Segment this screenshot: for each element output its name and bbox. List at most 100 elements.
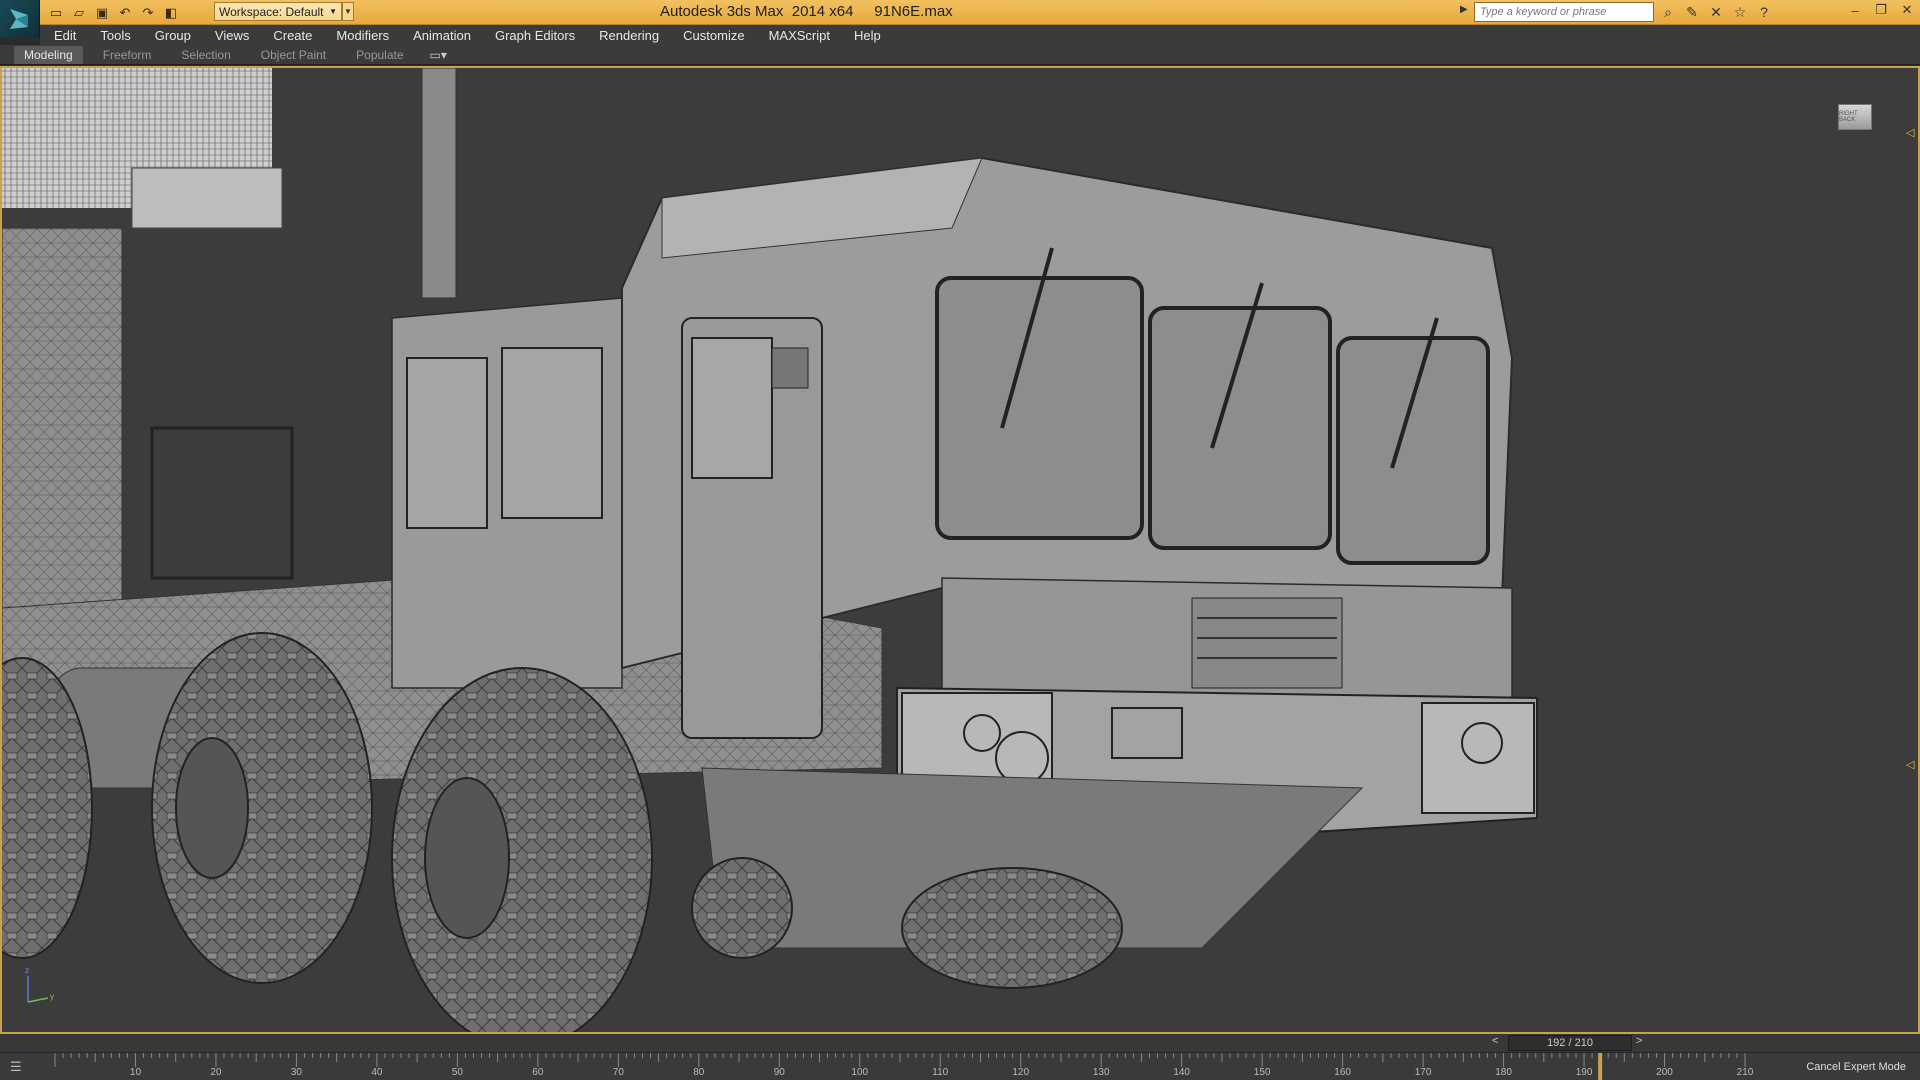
wheel-hub-middle [175, 737, 249, 879]
menu-modifiers[interactable]: Modifiers [336, 28, 389, 43]
quick-access-more-icon[interactable]: ▼ [342, 2, 354, 21]
time-slider-thumb[interactable]: 192 / 210 [1508, 1035, 1632, 1051]
close-icon[interactable]: ✕ [1894, 0, 1920, 20]
ruler-tick-label: 180 [1495, 1067, 1512, 1078]
minimize-icon[interactable]: – [1842, 0, 1868, 20]
rear-cab-window-right [501, 347, 603, 519]
viewcube-face[interactable]: RIGHT BACK [1838, 104, 1872, 130]
menu-views[interactable]: Views [215, 28, 249, 43]
menu-edit[interactable]: Edit [54, 28, 76, 43]
wheel-inner [691, 857, 793, 959]
app-menu-button[interactable] [0, 0, 40, 38]
ruler-tick-label: 200 [1656, 1067, 1673, 1078]
frame-ruler[interactable]: 10 20 30 40 50 60 70 80 90 100 110 120 130 140 150 160 1… [50, 1053, 1753, 1080]
time-slider[interactable]: < 192 / 210 > [0, 1034, 1920, 1052]
undo-icon[interactable]: ↶ [115, 3, 135, 23]
chevron-down-icon: ▼ [329, 7, 337, 16]
door-window [691, 337, 773, 479]
ruler-tick-label: 190 [1575, 1067, 1593, 1078]
project-folder-icon[interactable]: ◧ [161, 3, 181, 23]
current-frame-marker[interactable] [1598, 1053, 1603, 1080]
ruler-tick-label: 10 [129, 1067, 142, 1078]
windshield-right [1336, 336, 1490, 565]
window-controls: – ❐ ✕ [1842, 0, 1920, 20]
subscription-icon[interactable]: ✎ [1682, 2, 1702, 22]
ruler-tick-label: 90 [773, 1067, 785, 1078]
tab-object-paint[interactable]: Object Paint [251, 46, 336, 64]
wheel-front-right [901, 867, 1123, 989]
3dsmax-logo-icon [10, 9, 28, 29]
workspace-dropdown[interactable]: Workspace: Default ▼ [214, 2, 342, 21]
menu-help[interactable]: Help [854, 28, 881, 43]
viewcube[interactable]: RIGHT BACK [1832, 100, 1876, 134]
ruler-tick-label: 30 [290, 1067, 302, 1078]
ruler-tick-label: 100 [851, 1067, 869, 1078]
app-window: ▭ ▱ ▣ ↶ ↷ ◧ Workspace: Default ▼ ▼ Autod… [0, 0, 1920, 1080]
favorites-star-icon[interactable]: ☆ [1730, 2, 1750, 22]
search-input[interactable]: Type a keyword or phrase [1474, 2, 1654, 22]
title-bar: ▭ ▱ ▣ ↶ ↷ ◧ Workspace: Default ▼ ▼ Autod… [0, 0, 1920, 38]
menu-rendering[interactable]: Rendering [599, 28, 659, 43]
ruler-tick-label: 20 [210, 1067, 222, 1078]
menu-maxscript[interactable]: MAXScript [769, 28, 830, 43]
wireframe-vehicle-render [2, 68, 1538, 1032]
axis-label-z: z [25, 966, 29, 975]
tab-modeling[interactable]: Modeling [14, 45, 83, 64]
ruler-tick-label: 160 [1334, 1067, 1351, 1078]
equipment-rack [150, 426, 294, 580]
open-file-icon[interactable]: ▱ [69, 3, 89, 23]
ruler-tick-label: 80 [693, 1067, 705, 1078]
ruler-tick-label: 150 [1253, 1067, 1271, 1078]
ruler-tick-label: 50 [451, 1067, 463, 1078]
ruler-tick-label: 170 [1414, 1067, 1432, 1078]
ruler-tick-label: 40 [371, 1067, 383, 1078]
tab-populate[interactable]: Populate [346, 46, 413, 64]
menu-bar: Edit Tools Group Views Create Modifiers … [40, 25, 1920, 45]
axis-tripod: z y [22, 966, 62, 1008]
axis-label-y: y [50, 992, 54, 1001]
menu-create[interactable]: Create [273, 28, 312, 43]
rear-cab-window-left [406, 357, 488, 529]
menu-tools[interactable]: Tools [100, 28, 130, 43]
communication-icon[interactable]: ✕ [1706, 2, 1726, 22]
ruler-tick-label: 120 [1012, 1067, 1030, 1078]
perspective-viewport[interactable]: RIGHT BACK ◁ ◁ z y [0, 66, 1920, 1034]
new-file-icon[interactable]: ▭ [46, 3, 66, 23]
infocenter-tools: ⌕ ✎ ✕ ☆ ? [1658, 2, 1774, 22]
windshield-center [1148, 306, 1332, 550]
tab-freeform[interactable]: Freeform [93, 46, 162, 64]
quick-access-toolbar: ▭ ▱ ▣ ↶ ↷ ◧ [46, 2, 181, 23]
ruler-tick-label: 60 [532, 1067, 544, 1078]
side-mirror [771, 347, 809, 389]
wheel-hub-front [424, 777, 510, 939]
workspace-label: Workspace: Default [219, 4, 324, 19]
expand-search-icon[interactable]: ▶ [1460, 4, 1468, 15]
save-file-icon[interactable]: ▣ [92, 3, 112, 23]
exhaust-stack [421, 68, 457, 299]
windshield-left [935, 276, 1144, 540]
cancel-expert-mode-button[interactable]: Cancel Expert Mode [1806, 1061, 1906, 1073]
ruler-tick-label: 140 [1173, 1067, 1190, 1078]
viewport-bottom-marker-icon: ◁ [1906, 759, 1915, 771]
ruler-tick-label: 70 [612, 1067, 624, 1078]
ruler-tick-label: 110 [932, 1067, 949, 1078]
help-icon[interactable]: ? [1754, 2, 1774, 22]
track-bar[interactable]: ☰ 10 20 30 40 50 60 70 80 90 100 110 120 130 140 150 16… [0, 1052, 1920, 1080]
restore-icon[interactable]: ❐ [1868, 0, 1894, 20]
menu-animation[interactable]: Animation [413, 28, 471, 43]
viewport-top-marker-icon: ◁ [1906, 127, 1915, 139]
radar-support-frame [2, 227, 123, 609]
binoculars-icon[interactable]: ⌕ [1658, 2, 1678, 22]
mini-curve-editor-icon[interactable]: ☰ [10, 1059, 32, 1075]
menu-customize[interactable]: Customize [683, 28, 744, 43]
redo-icon[interactable]: ↷ [138, 3, 158, 23]
time-prev-button[interactable]: < [1492, 1035, 1498, 1047]
tab-selection[interactable]: Selection [171, 46, 240, 64]
ribbon-minimize-icon[interactable]: ▭▾ [430, 48, 447, 62]
menu-group[interactable]: Group [155, 28, 191, 43]
radar-mount-box [131, 167, 283, 229]
window-title: Autodesk 3ds Max 2014 x64 91N6E.max [660, 3, 953, 20]
ruler-tick-label: 210 [1736, 1067, 1754, 1078]
time-next-button[interactable]: > [1636, 1035, 1642, 1047]
menu-graph-editors[interactable]: Graph Editors [495, 28, 575, 43]
